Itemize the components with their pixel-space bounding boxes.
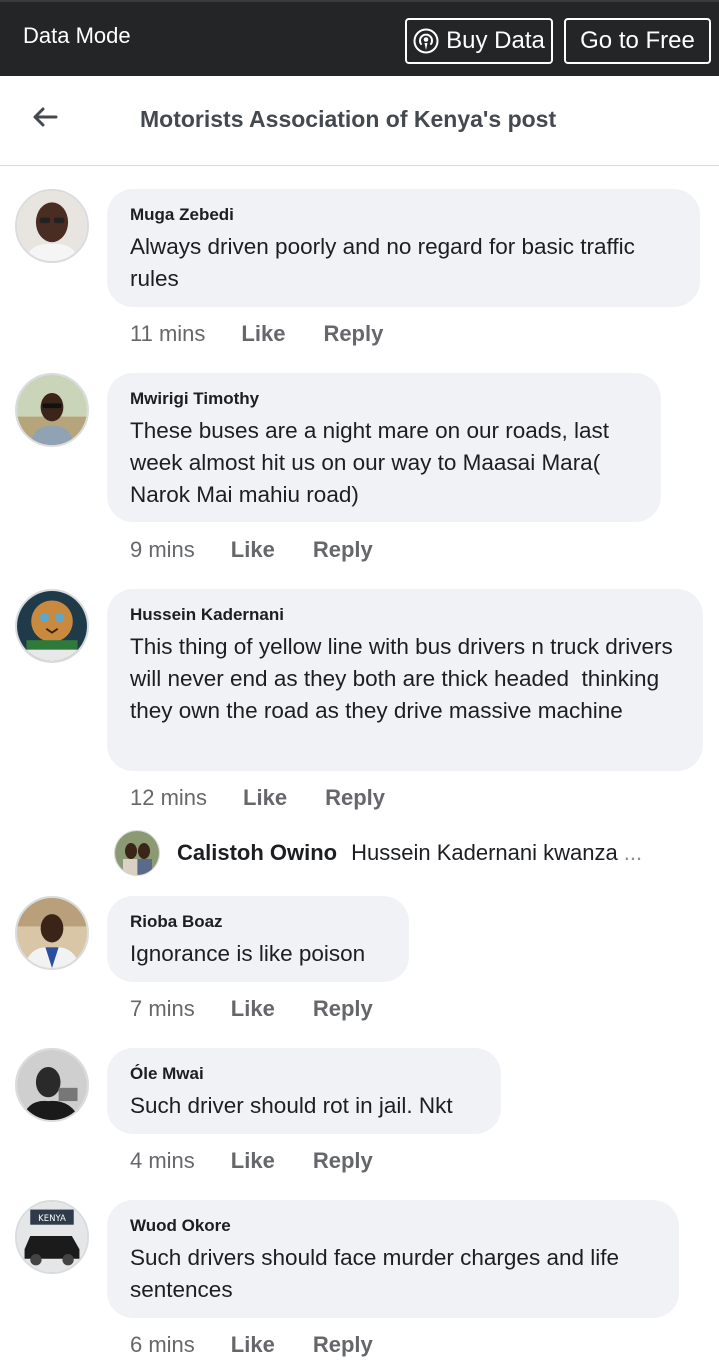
avatar[interactable]: KENYA [15,1200,89,1274]
comment-text: Always driven poorly and no regard for b… [130,234,642,291]
data-mode-label: Data Mode [23,23,131,48]
comment-bubble: Óle Mwai Such driver should rot in jail.… [107,1048,501,1134]
reply-button[interactable]: Reply [313,1332,373,1358]
comment-bubble: Muga Zebedi Always driven poorly and no … [107,189,700,307]
reply-button[interactable]: Reply [313,537,373,563]
avatar[interactable] [114,830,160,876]
avatar[interactable] [15,1048,89,1122]
reply-author[interactable]: Calistoh Owino [177,840,337,866]
comment-actions: 6 mins Like Reply [130,1332,411,1358]
comment-bubble: Mwirigi Timothy These buses are a night … [107,373,661,522]
comment-bubble: Wuod Okore Such drivers should face murd… [107,1200,679,1318]
comment-time: 11 mins [130,321,206,346]
comment-time: 6 mins [130,1332,195,1357]
comment-text: This thing of yellow line with bus drive… [130,634,679,723]
comment-text: Such driver should rot in jail. Nkt [130,1093,453,1118]
post-header: Motorists Association of Kenya's post [0,76,719,166]
comment-time: 9 mins [130,537,195,562]
buy-data-button[interactable]: Buy Data [405,18,553,64]
data-mode-bar: Data Mode Buy Data Go to Free [0,0,719,76]
comment-actions: 11 mins Like Reply [130,321,421,347]
arrow-left-icon[interactable] [30,102,60,132]
like-button[interactable]: Like [231,996,275,1022]
comment-author[interactable]: Muga Zebedi [130,205,676,225]
like-button[interactable]: Like [241,321,285,347]
avatar[interactable] [15,373,89,447]
svg-text:KENYA: KENYA [38,1214,66,1224]
reply-button[interactable]: Reply [325,785,385,811]
comment-text: These buses are a night mare on our road… [130,418,616,507]
like-button[interactable]: Like [231,1332,275,1358]
buy-data-label: Buy Data [446,27,545,54]
avatar[interactable] [15,189,89,263]
comment-bubble: Hussein Kadernani This thing of yellow l… [107,589,703,771]
comment-text: Such drivers should face murder charges … [130,1245,626,1302]
comment-actions: 4 mins Like Reply [130,1148,411,1174]
comment-author[interactable]: Óle Mwai [130,1064,477,1084]
comment-author[interactable]: Mwirigi Timothy [130,389,637,409]
avatar[interactable] [15,589,89,663]
reply-button[interactable]: Reply [313,1148,373,1174]
like-button[interactable]: Like [231,537,275,563]
comment-bubble: Rioba Boaz Ignorance is like poison [107,896,409,982]
comment-author[interactable]: Wuod Okore [130,1216,655,1236]
comment-text: Ignorance is like poison [130,941,366,966]
page-title: Motorists Association of Kenya's post [140,106,557,132]
reply-preview[interactable]: Calistoh Owino Hussein Kadernani kwanza … [114,830,642,876]
go-to-free-button[interactable]: Go to Free [564,18,711,64]
podcast-icon [413,28,439,54]
reply-button[interactable]: Reply [313,996,373,1022]
comment-author[interactable]: Hussein Kadernani [130,605,679,625]
comment-actions: 12 mins Like Reply [130,785,423,811]
comment-actions: 7 mins Like Reply [130,996,411,1022]
comment-time: 7 mins [130,996,195,1021]
comment-author[interactable]: Rioba Boaz [130,912,385,932]
go-to-free-label: Go to Free [580,27,695,54]
comment-time: 12 mins [130,785,208,810]
reply-ellipsis: ... [623,840,643,865]
comment-actions: 9 mins Like Reply [130,537,411,563]
reply-text: Hussein Kadernani kwanza [351,840,618,865]
comment-time: 4 mins [130,1148,195,1173]
avatar[interactable] [15,896,89,970]
like-button[interactable]: Like [231,1148,275,1174]
reply-button[interactable]: Reply [323,321,383,347]
like-button[interactable]: Like [243,785,287,811]
